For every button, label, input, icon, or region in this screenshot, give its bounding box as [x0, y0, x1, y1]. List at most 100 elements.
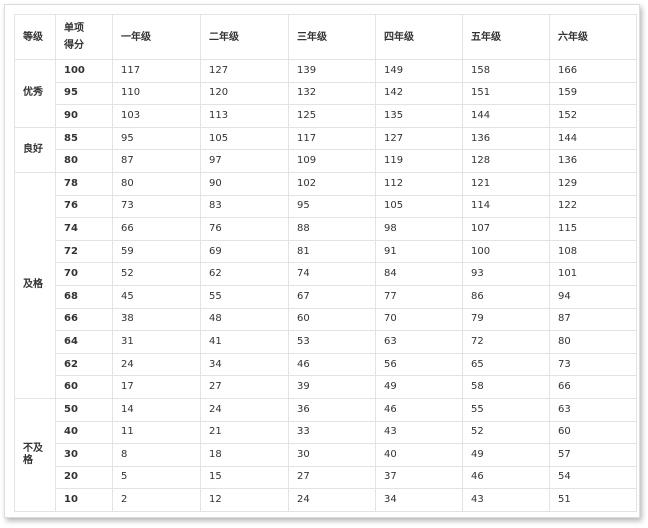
header-level: 等级 — [14, 14, 56, 60]
value-cell: 103 — [112, 104, 201, 128]
header-grade-4: 四年级 — [375, 14, 463, 60]
value-cell: 63 — [549, 397, 637, 422]
header-grade-2: 二年级 — [200, 14, 289, 60]
value-cell: 33 — [288, 420, 376, 445]
value-cell: 66 — [549, 375, 637, 399]
value-cell: 127 — [375, 126, 463, 151]
value-cell: 60 — [549, 420, 637, 445]
table-row: 良好 85 95 105 117 127 136 144 — [14, 126, 637, 173]
value-cell: 86 — [462, 284, 550, 309]
level-label: 及格 — [14, 171, 56, 399]
header-grade-1: 一年级 — [112, 14, 201, 60]
score-cell: 20 — [55, 465, 113, 490]
table-row: 40 11 21 33 43 52 60 — [15, 420, 637, 445]
value-cell: 52 — [112, 262, 201, 286]
value-cell: 117 — [112, 59, 201, 83]
value-cell: 45 — [112, 284, 201, 309]
score-cell: 72 — [55, 239, 113, 264]
value-cell: 117 — [288, 126, 376, 151]
table-row: 70 52 62 74 84 93 101 — [15, 262, 637, 286]
score-cell: 70 — [55, 262, 113, 286]
value-cell: 5 — [112, 465, 201, 490]
value-cell: 95 — [112, 126, 201, 151]
table-row: 74 66 76 88 98 107 115 — [15, 217, 637, 241]
value-cell: 46 — [288, 352, 376, 377]
value-cell: 100 — [462, 239, 550, 264]
value-cell: 127 — [200, 59, 289, 83]
table-row: 68 45 55 67 77 86 94 — [15, 284, 637, 309]
score-cell: 100 — [55, 59, 113, 83]
value-cell: 15 — [200, 465, 289, 490]
table-row: 76 73 83 95 105 114 122 — [15, 194, 637, 219]
value-cell: 91 — [375, 239, 463, 264]
score-cell: 85 — [55, 126, 113, 151]
value-cell: 60 — [288, 307, 376, 332]
value-cell: 119 — [375, 149, 463, 173]
value-cell: 108 — [549, 239, 637, 264]
value-cell: 51 — [549, 488, 637, 512]
value-cell: 132 — [288, 81, 376, 106]
value-cell: 70 — [375, 307, 463, 332]
score-cell: 64 — [55, 330, 113, 354]
value-cell: 18 — [200, 443, 289, 467]
value-cell: 77 — [375, 284, 463, 309]
header-grade-3: 三年级 — [288, 14, 376, 60]
value-cell: 112 — [375, 171, 463, 196]
value-cell: 98 — [375, 217, 463, 241]
value-cell: 43 — [462, 488, 550, 512]
value-cell: 101 — [549, 262, 637, 286]
value-cell: 74 — [288, 262, 376, 286]
table-frame: 等级 单项 得分 一年级 二年级 三年级 四年级 五年级 六年级 优秀 100 117… — [4, 4, 640, 518]
value-cell: 97 — [200, 149, 289, 173]
value-cell: 105 — [200, 126, 289, 151]
score-cell: 50 — [55, 397, 113, 422]
value-cell: 39 — [288, 375, 376, 399]
value-cell: 87 — [549, 307, 637, 332]
score-cell: 95 — [55, 81, 113, 106]
score-cell: 68 — [55, 284, 113, 309]
value-cell: 151 — [462, 81, 550, 106]
table-row: 72 59 69 81 91 100 108 — [15, 239, 637, 264]
table-row: 60 17 27 39 49 58 66 — [15, 375, 637, 399]
value-cell: 21 — [200, 420, 289, 445]
value-cell: 31 — [112, 330, 201, 354]
value-cell: 139 — [288, 59, 376, 83]
table-row: 64 31 41 53 63 72 80 — [15, 330, 637, 354]
value-cell: 8 — [112, 443, 201, 467]
value-cell: 48 — [200, 307, 289, 332]
value-cell: 43 — [375, 420, 463, 445]
value-cell: 55 — [462, 397, 550, 422]
value-cell: 30 — [288, 443, 376, 467]
table-row: 10 2 12 24 34 43 51 — [15, 488, 637, 512]
value-cell: 17 — [112, 375, 201, 399]
value-cell: 76 — [200, 217, 289, 241]
value-cell: 102 — [288, 171, 376, 196]
score-cell: 90 — [55, 104, 113, 128]
level-label: 优秀 — [14, 59, 56, 128]
value-cell: 57 — [549, 443, 637, 467]
value-cell: 120 — [200, 81, 289, 106]
value-cell: 73 — [549, 352, 637, 377]
value-cell: 54 — [549, 465, 637, 490]
value-cell: 34 — [200, 352, 289, 377]
value-cell: 81 — [288, 239, 376, 264]
value-cell: 152 — [549, 104, 637, 128]
value-cell: 11 — [112, 420, 201, 445]
value-cell: 38 — [112, 307, 201, 332]
value-cell: 62 — [200, 262, 289, 286]
score-cell: 60 — [55, 375, 113, 399]
value-cell: 58 — [462, 375, 550, 399]
value-cell: 46 — [462, 465, 550, 490]
value-cell: 55 — [200, 284, 289, 309]
value-cell: 49 — [375, 375, 463, 399]
value-cell: 49 — [462, 443, 550, 467]
value-cell: 158 — [462, 59, 550, 83]
table-row: 95 110 120 132 142 151 159 — [15, 81, 637, 106]
header-score: 单项 得分 — [55, 14, 113, 60]
value-cell: 159 — [549, 81, 637, 106]
value-cell: 52 — [462, 420, 550, 445]
value-cell: 24 — [288, 488, 376, 512]
value-cell: 114 — [462, 194, 550, 219]
table-row: 62 24 34 46 56 65 73 — [15, 352, 637, 377]
score-cell: 78 — [55, 171, 113, 196]
